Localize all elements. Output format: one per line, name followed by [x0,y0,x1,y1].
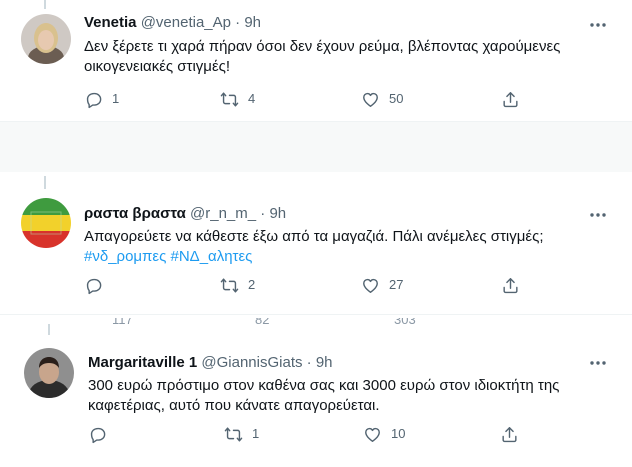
hashtag-link[interactable]: #ΝΔ_αλητες [171,248,253,265]
retweet-button[interactable]: 1 [224,424,259,444]
tweet-venetia[interactable]: Venetia @venetia_Ap · 9h Δεν ξέρετε τι χ… [0,0,632,120]
retweet-count: 2 [248,277,256,292]
clipped-like-count: 303 [394,318,416,326]
heart-icon [365,427,380,442]
share-icon [502,426,517,442]
like-count: 10 [391,426,406,441]
retweet-button[interactable]: 4 [220,89,255,109]
reply-count: 1 [112,91,120,106]
share-icon [503,277,518,293]
heart-icon [363,278,378,293]
reply-button[interactable]: 1 [84,89,119,109]
thread-line [44,176,46,189]
timestamp[interactable]: 9h [316,354,333,371]
more-options-icon[interactable] [588,353,608,373]
reply-icon [86,92,102,108]
timestamp[interactable]: 9h [244,14,261,31]
tweet-margaritaville[interactable]: Margaritaville 1 @GiannisGiats · 9h 300 … [0,324,632,467]
retweet-button[interactable]: 2 [220,275,255,295]
share-button[interactable] [501,89,520,109]
reply-button[interactable] [88,424,116,444]
more-options-icon[interactable] [588,205,608,225]
retweet-count: 1 [252,426,260,441]
like-count: 27 [389,277,404,292]
tweet-body: Απαγορεύετε να κάθεστε έξω από τα μαγαζι… [84,228,544,245]
like-button[interactable]: 27 [361,275,403,295]
avatar[interactable] [21,198,71,248]
clipped-retweet-count: 82 [255,318,270,326]
hashtag-link[interactable]: #νδ_ρομπες [84,248,166,265]
separator-dot: · [306,354,312,371]
reply-icon [90,427,106,443]
timestamp[interactable]: 9h [269,205,286,222]
clipped-action-row: 117 82 303 [88,318,428,326]
clipped-reply-count: 117 [112,318,133,326]
retweet-icon [220,277,239,293]
user-handle[interactable]: @r_n_m_ [190,205,256,222]
avatar[interactable] [21,14,71,64]
like-button[interactable]: 10 [363,424,405,444]
retweet-count: 4 [248,91,256,106]
display-name[interactable]: ραστα βραστα [84,205,186,222]
user-handle[interactable]: @venetia_Ap [141,14,231,31]
thread-line [48,324,50,335]
avatar[interactable] [24,348,74,398]
tweet-rasta[interactable]: ραστα βραστα @r_n_m_ · 9h Απαγορεύετε να… [0,174,632,310]
like-button[interactable]: 50 [361,89,403,109]
like-count: 50 [389,91,404,106]
more-options-icon[interactable] [588,15,608,35]
user-handle[interactable]: @GiannisGiats [201,354,302,371]
retweet-icon [220,91,239,107]
display-name[interactable]: Venetia [84,14,137,31]
share-button[interactable] [501,275,520,295]
separator-dot: · [235,14,241,31]
heart-icon [363,92,378,107]
tweet-text: Απαγορεύετε να κάθεστε έξω από τα μαγαζι… [84,227,604,267]
divider [0,314,632,315]
reply-button[interactable] [84,275,112,295]
share-button[interactable] [500,424,519,444]
share-icon [503,91,518,107]
thread-line [44,0,46,9]
tweet-text: Δεν ξέρετε τι χαρά πήραν όσοι δεν έχουν … [84,38,561,75]
retweet-icon [224,426,243,442]
reply-icon [86,278,102,294]
separator-dot: · [260,205,266,222]
display-name[interactable]: Margaritaville 1 [88,354,197,371]
timeline-gap [0,122,632,172]
tweet-text: 300 ευρώ πρόστιμο στον καθένα σας και 30… [88,377,560,414]
